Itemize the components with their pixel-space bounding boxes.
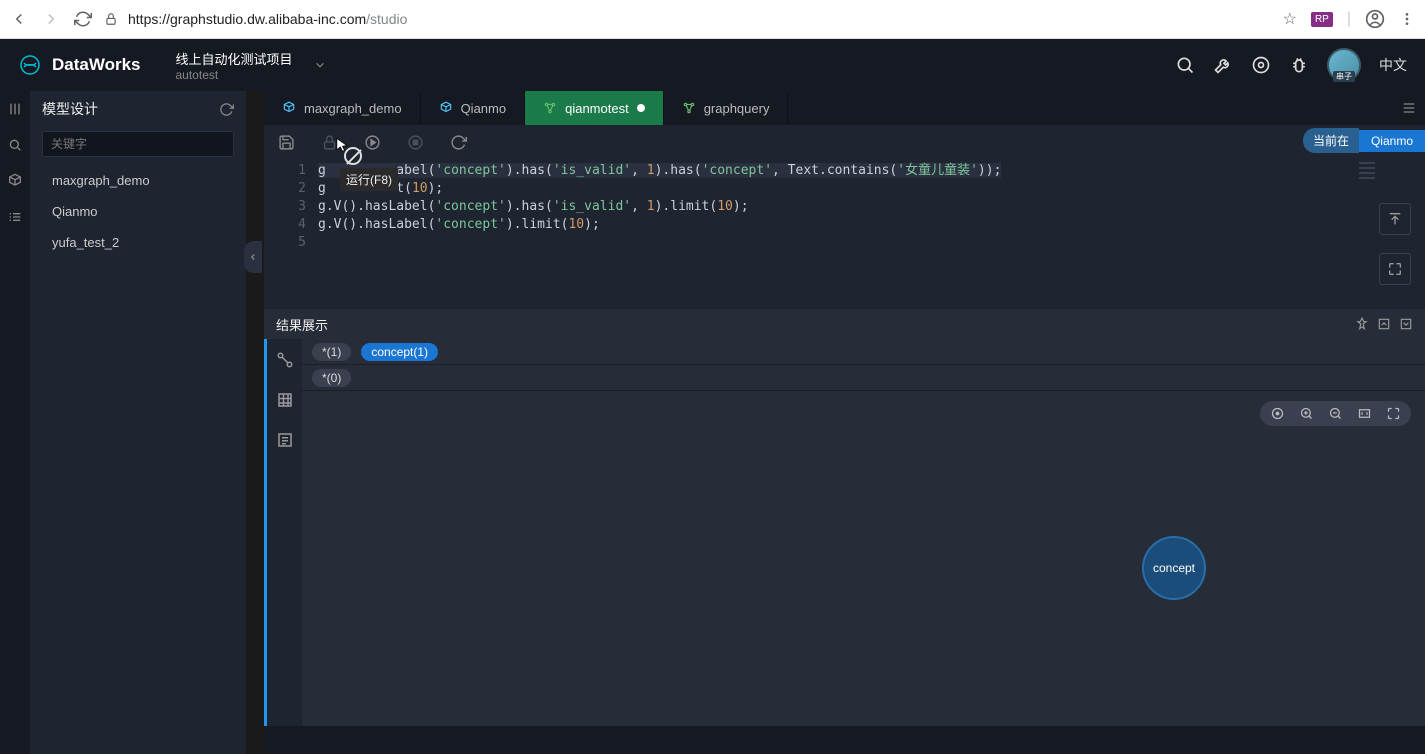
cube-icon: [439, 101, 453, 115]
project-sub: autotest: [176, 68, 293, 82]
rail-columns-icon[interactable]: [7, 101, 23, 117]
graph-view-icon[interactable]: [276, 351, 294, 369]
run-icon[interactable]: [364, 134, 381, 151]
sidebar-item[interactable]: yufa_test_2: [30, 227, 246, 258]
support-icon[interactable]: [1251, 55, 1271, 75]
star-icon[interactable]: ☆: [1283, 9, 1297, 29]
filter-chip-row-1: *(1) concept(1): [302, 339, 1425, 365]
results-body: *(1) concept(1) *(0) concept: [264, 339, 1425, 726]
expand-up-icon[interactable]: [1377, 317, 1391, 331]
results-mode-rail: [264, 339, 302, 726]
refresh-icon[interactable]: [219, 102, 234, 117]
scroll-top-button[interactable]: [1379, 203, 1411, 235]
fullscreen-button[interactable]: [1379, 253, 1411, 285]
tab[interactable]: Qianmo: [421, 91, 526, 125]
filter-chip[interactable]: *(1): [312, 343, 351, 361]
language-switch[interactable]: 中文: [1379, 55, 1407, 75]
pin-icon[interactable]: [1355, 317, 1369, 331]
sidebar-item[interactable]: maxgraph_demo: [30, 165, 246, 196]
graph-icon: [543, 101, 557, 115]
url[interactable]: https://graphstudio.dw.alibaba-inc.com/s…: [128, 11, 407, 27]
results-header: 结果展示: [264, 309, 1425, 339]
form-view-icon[interactable]: [276, 431, 294, 449]
zoom-out-icon[interactable]: [1328, 406, 1343, 421]
dirty-indicator: [637, 104, 645, 112]
menu-icon[interactable]: [1399, 11, 1415, 27]
tab[interactable]: maxgraph_demo: [264, 91, 421, 125]
tab[interactable]: qianmotest: [525, 91, 664, 125]
collapse-handle[interactable]: [244, 241, 262, 273]
fullscreen-icon[interactable]: [1386, 406, 1401, 421]
tab[interactable]: graphquery: [664, 91, 789, 125]
logo-icon: [18, 53, 42, 77]
logo[interactable]: DataWorks: [18, 53, 141, 77]
left-icon-rail: [0, 91, 30, 754]
expand-down-icon[interactable]: [1399, 317, 1413, 331]
sidebar-title: 模型设计: [42, 99, 98, 119]
tab-label: Qianmo: [461, 101, 507, 116]
filter-chip[interactable]: *(0): [312, 369, 351, 387]
bug-icon[interactable]: [1289, 55, 1309, 75]
forward-icon[interactable]: [42, 10, 60, 28]
project-name: 线上自动化测试项目: [176, 49, 293, 68]
tab-label: maxgraph_demo: [304, 101, 402, 116]
sidebar-search: [42, 131, 234, 157]
graph-toolbar: [1260, 401, 1411, 426]
rp-badge[interactable]: RP: [1311, 12, 1333, 27]
filter-chip[interactable]: concept(1): [361, 343, 438, 361]
tab-label: graphquery: [704, 101, 770, 116]
reload-icon[interactable]: [74, 10, 92, 28]
sidebar-item[interactable]: Qianmo: [30, 196, 246, 227]
fit-width-icon[interactable]: [1357, 406, 1372, 421]
graph-icon: [682, 101, 696, 115]
app-name: DataWorks: [52, 55, 141, 75]
avatar[interactable]: 串子: [1327, 48, 1361, 82]
chevron-down-icon: [313, 58, 327, 72]
refresh-icon[interactable]: [450, 134, 467, 151]
rail-search-icon[interactable]: [7, 137, 23, 153]
rail-cube-icon[interactable]: [7, 173, 23, 189]
tab-menu-icon[interactable]: [1393, 91, 1425, 125]
minimap: [1359, 162, 1375, 182]
stop-icon: [407, 134, 424, 151]
graph-node-concept[interactable]: concept: [1142, 536, 1206, 600]
sidebar: 模型设计 maxgraph_demoQianmoyufa_test_2: [30, 91, 246, 754]
zoom-in-icon[interactable]: [1299, 406, 1314, 421]
lock-icon: [104, 12, 118, 26]
zoom-reset-icon[interactable]: [1270, 406, 1285, 421]
table-view-icon[interactable]: [276, 391, 294, 409]
filter-chip-row-2: *(0): [302, 365, 1425, 391]
footer-bar: [264, 726, 1425, 754]
profile-icon[interactable]: [1365, 9, 1385, 29]
current-context-badge: 当前在 Qianmo: [1303, 128, 1425, 153]
wrench-icon[interactable]: [1213, 55, 1233, 75]
tab-label: qianmotest: [565, 101, 629, 116]
browser-chrome: https://graphstudio.dw.alibaba-inc.com/s…: [0, 0, 1425, 39]
tab-bar: maxgraph_demo Qianmo qianmotest graphquery: [264, 91, 1425, 125]
cube-icon: [282, 101, 296, 115]
save-icon[interactable]: [278, 134, 295, 151]
graph-canvas[interactable]: concept: [302, 391, 1425, 726]
app-header: DataWorks 线上自动化测试项目 autotest 串子 中文: [0, 39, 1425, 91]
lock-icon: [321, 134, 338, 151]
editor-toolbar: 运行(F8) 当前在 Qianmo: [264, 125, 1425, 159]
search-icon[interactable]: [1175, 55, 1195, 75]
back-icon[interactable]: [10, 10, 28, 28]
rail-list-icon[interactable]: [7, 209, 23, 225]
results-title: 结果展示: [276, 315, 328, 334]
search-input[interactable]: [42, 131, 234, 157]
code-editor[interactable]: 12345 g . .abel('concept').has('is_valid…: [264, 159, 1425, 309]
project-selector[interactable]: 线上自动化测试项目 autotest: [176, 49, 327, 82]
